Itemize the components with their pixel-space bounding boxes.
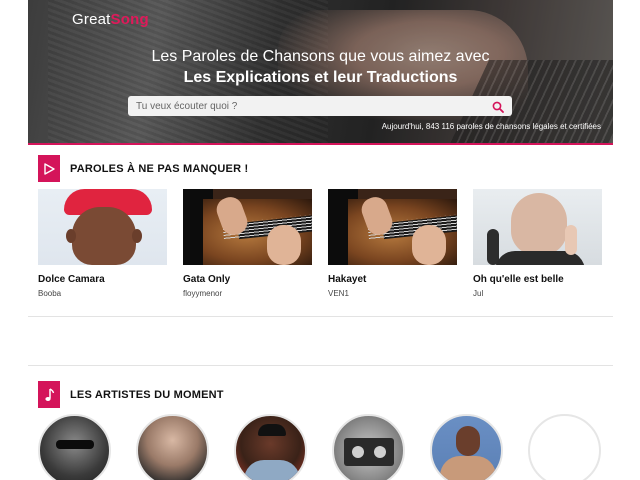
section-featured-title: PAROLES À NE PAS MANQUER ! [70,162,249,175]
artists-list [38,414,601,480]
hero-subtitle: Les Explications et leur Traductions [183,69,458,86]
hero-banner: GreatSong Les Paroles de Chansons que vo… [28,0,613,145]
song-artist: Booba [38,289,62,298]
song-thumbnail [183,189,312,265]
section-featured-header: PAROLES À NE PAS MANQUER ! [38,155,248,182]
hero-tagline: Les Paroles de Chansons que vous aimez a… [151,48,490,65]
artist-avatar[interactable] [38,414,111,480]
song-card[interactable]: Hakayet VEN1 [328,189,457,298]
song-card[interactable]: Gata Only floyymenor [183,189,312,298]
artist-avatar[interactable] [332,414,405,480]
song-card[interactable]: Oh qu'elle est belle Jul [473,189,602,298]
accent-line [28,143,613,145]
song-thumbnail [473,189,602,265]
search-input[interactable] [128,96,478,116]
artist-avatar[interactable] [528,414,601,480]
section-artists-header: LES ARTISTES DU MOMENT [38,381,224,408]
artist-avatar[interactable] [136,414,209,480]
artist-avatar[interactable] [234,414,307,480]
search-icon[interactable] [492,100,504,113]
search-bar [128,96,512,116]
lyrics-count: Aujourd'hui, 843 116 paroles de chansons… [381,122,601,131]
divider [28,365,613,366]
song-artist: Jul [473,289,484,298]
featured-list: Dolce Camara Booba Gata Only floyymenor … [38,189,603,298]
music-note-icon [38,381,60,408]
play-icon [38,155,60,182]
song-artist: floyymenor [183,289,223,298]
song-thumbnail [38,189,167,265]
song-title: Oh qu'elle est belle [473,274,564,285]
song-artist: VEN1 [328,289,349,298]
song-title: Gata Only [183,274,231,285]
section-artists-title: LES ARTISTES DU MOMENT [70,388,224,401]
site-logo[interactable]: GreatSong [72,11,149,28]
divider [28,316,613,317]
song-card[interactable]: Dolce Camara Booba [38,189,167,298]
song-title: Hakayet [328,274,367,285]
song-thumbnail [328,189,457,265]
artist-avatar[interactable] [430,414,503,480]
page: GreatSong Les Paroles de Chansons que vo… [28,0,613,480]
song-title: Dolce Camara [38,274,105,285]
